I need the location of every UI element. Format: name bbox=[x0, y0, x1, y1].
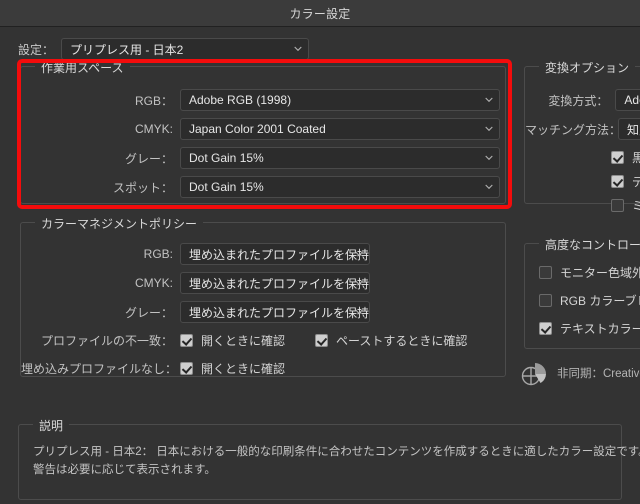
label-desaturate-monitor-colors: モニター色域外のカ bbox=[560, 265, 640, 280]
settings-label: 設定： bbox=[18, 42, 55, 57]
policies-title: カラーマネジメントポリシー bbox=[35, 215, 204, 232]
chevron-down-icon bbox=[485, 126, 493, 132]
working-spaces-group: 作業用スペース RGB： Adobe RGB (1998) CMYK: Japa… bbox=[20, 59, 506, 204]
working-space-dropdown-rgb[interactable]: Adobe RGB (1998) bbox=[180, 89, 500, 111]
advanced-option-row-2: RGB カラーブレン bbox=[539, 290, 640, 310]
checkbox-desaturate-monitor-colors[interactable] bbox=[539, 265, 552, 279]
conversion-engine-value: Adc bbox=[624, 93, 640, 107]
policy-label-cmyk: CMYK: bbox=[134, 276, 173, 290]
description-line-2: 警告は必要に応じて表示されます。 bbox=[33, 464, 216, 476]
working-space-label-rgb: RGB： bbox=[134, 93, 173, 108]
policy-dropdown-gray[interactable]: 埋め込まれたプロファイルを保持 bbox=[180, 301, 370, 323]
label-blend-text-colors: テキストカラーブレ bbox=[560, 321, 640, 336]
label-mismatch-ask-when-opening: 開くときに確認 bbox=[201, 333, 286, 348]
profile-mismatch-row: プロファイルの不一致： 開くときに確認 ペーストするときに確認 bbox=[21, 330, 467, 350]
working-space-dropdown-spot[interactable]: Dot Gain 15% bbox=[180, 176, 500, 198]
policy-label-gray: グレー： bbox=[124, 305, 173, 320]
conversion-option-row-2: デ bbox=[611, 171, 640, 191]
sync-status-text: 非同期：Creative bbox=[557, 368, 640, 380]
advanced-controls-group: 高度なコントロール モニター色域外のカ RGB カラーブレン テキストカラーブレ bbox=[524, 236, 640, 349]
conversion-options-group: 変換オプション 変換方式： Adc マッチング方法： 知覚 黒 bbox=[524, 59, 640, 213]
conversion-intent-dropdown[interactable]: 知覚 bbox=[618, 118, 640, 140]
working-space-dropdown-cmyk[interactable]: Japan Color 2001 Coated bbox=[180, 118, 500, 140]
description-title: 説明 bbox=[33, 417, 70, 434]
checkbox-blend-rgb-colors[interactable] bbox=[539, 293, 552, 307]
working-spaces-title: 作業用スペース bbox=[35, 59, 130, 76]
description-group: 説明 プリプレス用 - 日本2： 日本における一般的な印刷条件に合わせたコンテン… bbox=[18, 417, 640, 500]
policy-value-cmyk: 埋め込まれたプロファイルを保持 bbox=[189, 276, 370, 291]
conversion-intent-row: マッチング方法： 知覚 bbox=[525, 118, 640, 140]
conversion-option-row-3: ミ bbox=[611, 195, 640, 215]
label-compensate-scene-referred: ミ bbox=[632, 198, 640, 213]
conversion-engine-label: 変換方式： bbox=[548, 93, 609, 108]
policy-row-cmyk: CMYK: 埋め込まれたプロファイルを保持 bbox=[21, 272, 370, 294]
working-space-dropdown-gray[interactable]: Dot Gain 15% bbox=[180, 147, 500, 169]
window-title: カラー設定 bbox=[289, 7, 351, 21]
working-space-row-gray: グレー： Dot Gain 15% bbox=[21, 147, 505, 169]
policy-dropdown-rgb[interactable]: 埋め込まれたプロファイルを保持 bbox=[180, 243, 370, 265]
title-bar: カラー設定 bbox=[0, 0, 640, 27]
chevron-down-icon bbox=[485, 184, 493, 190]
checkbox-mismatch-ask-when-opening[interactable] bbox=[180, 333, 193, 347]
missing-profile-row: 埋め込みプロファイルなし： 開くときに確認 bbox=[21, 358, 285, 378]
label-use-dither: デ bbox=[632, 174, 640, 189]
checkbox-blend-text-colors[interactable] bbox=[539, 321, 552, 335]
chevron-down-icon bbox=[485, 97, 493, 103]
working-space-value-rgb: Adobe RGB (1998) bbox=[189, 93, 292, 107]
policy-value-rgb: 埋め込まれたプロファイルを保持 bbox=[189, 247, 370, 262]
chevron-down-icon bbox=[355, 280, 363, 286]
working-space-value-cmyk: Japan Color 2001 Coated bbox=[189, 122, 326, 136]
policy-row-gray: グレー： 埋め込まれたプロファイルを保持 bbox=[21, 301, 370, 323]
checkbox-compensate-scene-referred[interactable] bbox=[611, 198, 624, 212]
settings-preset-value: プリプレス用 - 日本2 bbox=[70, 42, 184, 57]
working-space-label-cmyk: CMYK: bbox=[134, 122, 173, 136]
chevron-down-icon bbox=[355, 309, 363, 315]
chevron-down-icon bbox=[355, 251, 363, 257]
label-use-black-point-compensation: 黒 bbox=[632, 150, 640, 165]
chevron-down-icon bbox=[485, 155, 493, 161]
working-space-row-cmyk: CMYK: Japan Color 2001 Coated bbox=[21, 118, 505, 140]
description-line-1: プリプレス用 - 日本2： 日本における一般的な印刷条件に合わせたコンテンツを作… bbox=[33, 446, 640, 458]
working-space-row-rgb: RGB： Adobe RGB (1998) bbox=[21, 89, 505, 111]
checkbox-use-dither[interactable] bbox=[611, 174, 624, 188]
policy-value-gray: 埋め込まれたプロファイルを保持 bbox=[189, 305, 370, 320]
policy-label-rgb: RGB: bbox=[143, 247, 173, 261]
chevron-down-icon bbox=[294, 46, 302, 52]
missing-profile-label: 埋め込みプロファイルなし： bbox=[21, 361, 178, 376]
settings-preset-dropdown[interactable]: プリプレス用 - 日本2 bbox=[61, 38, 310, 60]
advanced-option-row-1: モニター色域外のカ bbox=[539, 262, 640, 282]
advanced-controls-title: 高度なコントロール bbox=[539, 236, 640, 253]
conversion-options-title: 変換オプション bbox=[539, 59, 636, 76]
checkbox-missing-ask-when-opening[interactable] bbox=[180, 361, 193, 375]
sync-status-row: 非同期：Creative bbox=[518, 358, 640, 388]
working-space-row-spot: スポット： Dot Gain 15% bbox=[21, 176, 505, 198]
working-space-label-gray: グレー： bbox=[124, 151, 173, 166]
conversion-option-row-1: 黒 bbox=[611, 147, 640, 167]
label-blend-rgb-colors: RGB カラーブレン bbox=[560, 293, 640, 308]
checkbox-mismatch-ask-when-pasting[interactable] bbox=[315, 333, 329, 347]
working-space-value-spot: Dot Gain 15% bbox=[189, 180, 264, 194]
conversion-engine-dropdown[interactable]: Adc bbox=[615, 89, 640, 111]
color-management-policies-group: カラーマネジメントポリシー RGB: 埋め込まれたプロファイルを保持 CMYK:… bbox=[20, 215, 506, 378]
checkbox-use-black-point-compensation[interactable] bbox=[611, 150, 624, 164]
working-space-value-gray: Dot Gain 15% bbox=[189, 151, 264, 165]
advanced-option-row-3: テキストカラーブレ bbox=[539, 318, 640, 338]
label-missing-ask-when-opening: 開くときに確認 bbox=[201, 361, 286, 376]
conversion-intent-label: マッチング方法： bbox=[525, 122, 622, 137]
conversion-engine-row: 変換方式： Adc bbox=[525, 89, 640, 111]
conversion-intent-value: 知覚 bbox=[627, 122, 640, 137]
settings-row: 設定： プリプレス用 - 日本2 bbox=[18, 38, 310, 60]
label-mismatch-ask-when-pasting: ペーストするときに確認 bbox=[336, 333, 468, 348]
profile-mismatch-label: プロファイルの不一致： bbox=[40, 333, 173, 348]
working-space-label-spot: スポット： bbox=[112, 180, 173, 195]
policy-dropdown-cmyk[interactable]: 埋め込まれたプロファイルを保持 bbox=[180, 272, 370, 294]
policy-row-rgb: RGB: 埋め込まれたプロファイルを保持 bbox=[21, 243, 370, 265]
color-settings-dialog: カラー設定 設定： プリプレス用 - 日本2 作業用スペース RGB： Adob… bbox=[0, 0, 640, 504]
color-wheel-icon bbox=[518, 358, 548, 388]
